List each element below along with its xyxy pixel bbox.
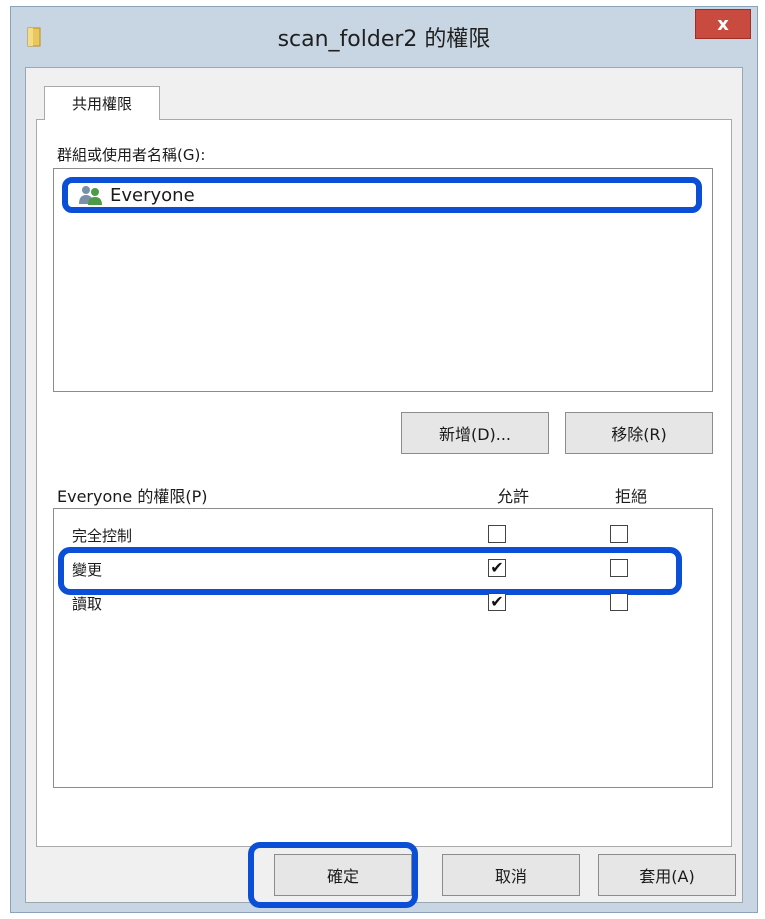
permission-row-change: 變更 ✔ [54,547,712,595]
allow-checkbox-change[interactable]: ✔ [488,559,506,577]
apply-button[interactable]: 套用(A) [598,854,736,896]
deny-checkbox-full-control[interactable] [610,525,628,543]
dialog-client-area: 共用權限 群組或使用者名稱(G): Everyone 新增(D)... 移除(R… [25,67,743,903]
close-button[interactable]: x [695,9,751,39]
permission-name: 讀取 [72,595,103,613]
allow-checkbox-read[interactable]: ✔ [488,593,506,611]
title-bar: scan_folder2 的權限 x [11,7,757,67]
tab-share-permissions[interactable]: 共用權限 [44,86,160,120]
permissions-label: Everyone 的權限(P) [57,487,208,506]
add-button[interactable]: 新增(D)... [401,412,549,454]
list-item-label: Everyone [110,184,195,206]
users-icon [79,186,102,205]
allow-checkbox-full-control[interactable] [488,525,506,543]
window-title: scan_folder2 的權限 [277,27,491,52]
permission-name: 完全控制 [72,527,133,545]
dialog-window: scan_folder2 的權限 x 共用權限 群組或使用者名稱(G): Eve… [10,6,758,913]
remove-button[interactable]: 移除(R) [565,412,713,454]
permission-row-read: 讀取 ✔ [54,585,712,619]
close-icon: x [717,13,729,35]
deny-checkbox-change[interactable] [610,559,628,577]
allow-column-header: 允許 [497,487,530,506]
cancel-button[interactable]: 取消 [442,854,580,896]
groups-label: 群組或使用者名稱(G): [57,146,206,164]
permissions-list: 完全控制 變更 ✔ 讀取 ✔ [53,508,713,788]
permission-name: 變更 [72,561,103,579]
deny-column-header: 拒絕 [615,487,648,506]
permission-row-full-control: 完全控制 [54,517,712,551]
deny-checkbox-read[interactable] [610,593,628,611]
list-item-everyone[interactable]: Everyone [62,177,702,213]
groups-listbox[interactable]: Everyone [53,168,713,392]
tab-panel: 群組或使用者名稱(G): Everyone 新增(D)... 移除(R) Eve… [36,119,732,847]
ok-button-highlight-frame [248,842,418,908]
